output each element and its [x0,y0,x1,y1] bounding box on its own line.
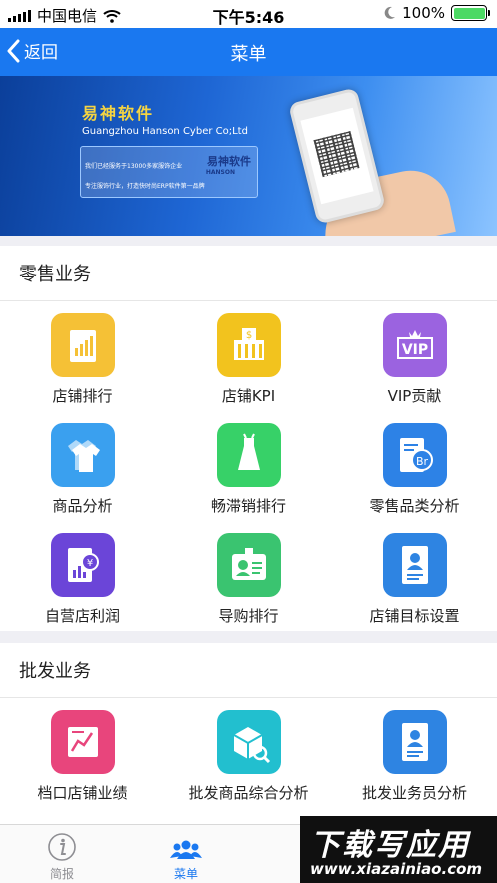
tile-label: VIP贡献 [387,387,442,405]
tile-label: 自营店利润 [44,607,120,625]
banner-logo-sub: HANSON [205,169,235,176]
tile-label: 畅滞销排行 [210,497,286,515]
menu-tile-stall-performance[interactable]: 档口店铺业绩 [0,710,165,803]
sales-ranking-icon [216,423,281,487]
wholesale-section: 批发业务 档口店铺业绩 批发商品综合分析 批发业务员分析 [0,643,497,824]
svg-text:¥: ¥ [86,558,92,569]
product-analysis-icon [50,423,115,487]
svg-text:$: $ [245,330,251,341]
tile-label: 批发业务员分析 [361,784,467,802]
watermark-url: www.xiazainiao.com [310,860,483,878]
wholesale-salesman-icon [382,710,447,774]
section-title: 批发业务 [0,643,497,698]
tab-label: 菜单 [173,867,198,881]
svg-text:Br: Br [415,455,428,468]
info-icon [48,833,76,861]
banner-brand: 易神软件 [82,104,155,123]
store-target-icon [382,533,447,597]
banner-logo: 易神软件 [207,155,251,168]
nav-bar: 返回 菜单 [0,28,497,76]
tab-menu[interactable]: 菜单 [124,825,248,883]
users-icon [170,840,202,859]
menu-tile-store-profit[interactable]: ¥ 自营店利润 [0,533,165,626]
tab-briefing[interactable]: 简报 [0,825,124,883]
status-bar: 中国电信 下午5:46 100% [0,0,497,28]
watermark-logo: 下载写应用 www.xiazainiao.com [300,816,497,883]
promo-banner[interactable]: 易神软件 Guangzhou Hanson Cyber Co;Ltd 我们已经服… [0,76,497,236]
menu-tile-retail-category[interactable]: Br 零售品类分析 [332,423,497,516]
retail-category-icon: Br [382,423,447,487]
menu-tile-sales-ranking[interactable]: 畅滞销排行 [166,423,331,516]
store-kpi-icon: $ [216,313,281,377]
menu-tile-store-kpi[interactable]: $ 店铺KPI [166,313,331,406]
tile-label: 店铺KPI [221,387,276,405]
moon-icon [384,6,396,19]
banner-line-2: 专注服饰行业，打造快时尚ERP软件第一品牌 [85,183,205,190]
store-profit-icon: ¥ [50,533,115,597]
battery-icon [451,5,490,21]
stall-performance-icon [50,710,115,774]
menu-tile-guide-ranking[interactable]: 导购排行 [166,533,331,626]
menu-tile-wholesale-salesman[interactable]: 批发业务员分析 [332,710,497,803]
svg-text:VIP: VIP [401,342,427,358]
banner-company: Guangzhou Hanson Cyber Co;Ltd [82,126,248,137]
guide-ranking-icon [216,533,281,597]
tile-label: 档口店铺业绩 [37,784,128,802]
menu-tile-product-analysis[interactable]: 商品分析 [0,423,165,516]
menu-tile-vip-contribution[interactable]: VIP VIP贡献 [332,313,497,406]
vip-contribution-icon: VIP [382,313,447,377]
tile-label: 店铺排行 [52,387,113,405]
status-right: 100% [384,4,490,22]
page-title: 菜单 [230,44,267,65]
retail-section: 零售业务 店铺排行 $ 店铺KPI VIP VIP贡献商品分析 畅滞销排行 Br 零售品类分析… [0,246,497,631]
tile-label: 零售品类分析 [369,497,460,515]
menu-tile-store-target[interactable]: 店铺目标设置 [332,533,497,626]
wholesale-product-icon [216,710,281,774]
menu-tile-wholesale-product[interactable]: 批发商品综合分析 [166,710,331,803]
section-title: 零售业务 [0,246,497,301]
tile-label: 批发商品综合分析 [188,784,309,802]
tile-label: 商品分析 [52,497,113,515]
store-ranking-icon [50,313,115,377]
phone-image [288,87,386,225]
banner-card: 我们已经服务于13000多家服饰企业 专注服饰行业，打造快时尚ERP软件第一品牌… [80,146,258,198]
tile-label: 店铺目标设置 [369,607,460,625]
tile-label: 导购排行 [218,607,279,625]
menu-tile-store-ranking[interactable]: 店铺排行 [0,313,165,406]
qr-code-icon [313,131,360,178]
watermark-title: 下载写应用 [310,828,470,863]
banner-line-1: 我们已经服务于13000多家服饰企业 [85,163,183,170]
tab-label: 简报 [49,867,74,881]
battery-percent: 100% [402,4,445,22]
